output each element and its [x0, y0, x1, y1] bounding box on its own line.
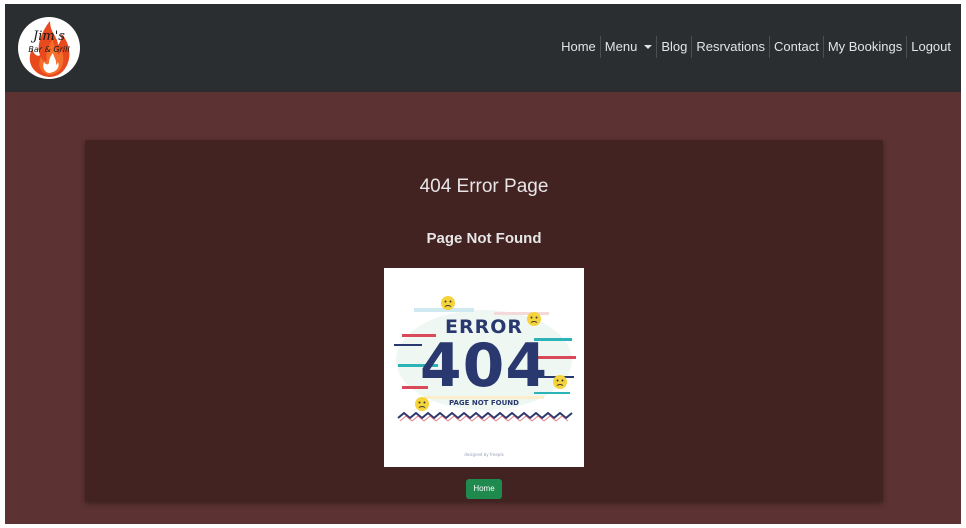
page-frame: Jim's Bar & Grill Home Menu Blog Resrvat…	[5, 4, 961, 524]
nav-link-contact[interactable]: Contact	[769, 36, 823, 58]
illustration-credit: designed by freepik	[464, 452, 504, 457]
illustration-error-code: 404	[419, 331, 549, 401]
page-title: 404 Error Page	[419, 176, 549, 197]
home-button[interactable]: Home	[466, 479, 502, 499]
error-404-illustration: ERROR 404 PAGE NOT FOUND designed by fre…	[384, 268, 584, 467]
nav-link-home[interactable]: Home	[557, 36, 600, 58]
nav-dropdown-menu-label: Menu	[604, 39, 638, 54]
nav-dropdown-menu[interactable]: Menu	[599, 36, 657, 58]
nav-link-logout[interactable]: Logout	[906, 36, 955, 58]
error-card: 404 Error Page Page Not Found ERROR 404 …	[85, 140, 883, 502]
illustration-caption: PAGE NOT FOUND	[449, 399, 519, 407]
nav-link-reservations[interactable]: Resrvations	[691, 36, 769, 58]
navbar: Jim's Bar & Grill Home Menu Blog Resrvat…	[5, 4, 961, 92]
page-subtitle: Page Not Found	[426, 230, 542, 247]
nav-link-my-bookings[interactable]: My Bookings	[822, 36, 906, 58]
logo-text-tagline: Bar & Grill	[28, 45, 70, 54]
caret-down-icon	[644, 45, 653, 49]
nav-link-blog[interactable]: Blog	[656, 36, 691, 58]
main-nav: Home Menu Blog Resrvations Contact My Bo…	[557, 36, 955, 58]
brand-logo[interactable]: Jim's Bar & Grill	[18, 17, 80, 79]
logo-text-name: Jim's	[33, 29, 65, 44]
